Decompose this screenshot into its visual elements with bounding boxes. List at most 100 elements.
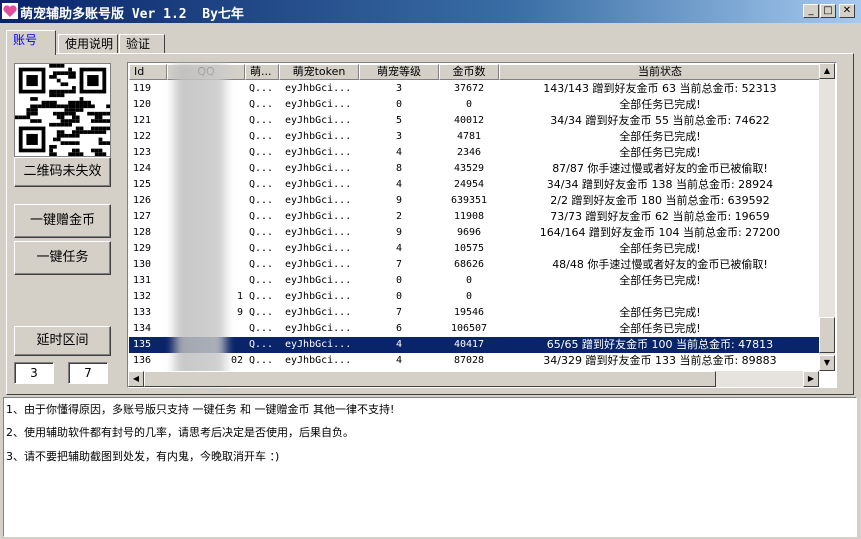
table-row[interactable]: 119 Q... eyJhbGci... 3 37672 143/143 蹭到好友金币 6…	[129, 81, 821, 97]
table-row[interactable]: 131 Q... eyJhbGci... 0 0 全部任务已完成!	[129, 273, 821, 289]
col-status-header[interactable]: 当前状态	[499, 64, 821, 80]
table-row[interactable]: 120 Q... eyJhbGci... 0 0 全部任务已完成!	[129, 97, 821, 113]
cell-coins: 4781	[456, 131, 482, 142]
table-row[interactable]: 129 Q... eyJhbGci... 4 10575 全部任务已完成!	[129, 241, 821, 257]
tab-account[interactable]: 账号	[6, 30, 56, 55]
vertical-scroll-thumb[interactable]	[819, 317, 835, 353]
cell-token: eyJhbGci...	[285, 83, 352, 94]
table-row[interactable]: 122 Q... eyJhbGci... 3 4781 全部任务已完成!	[129, 129, 821, 145]
table-row[interactable]: 133 9 Q... eyJhbGci... 7 19546 全部任务已完成!	[129, 305, 821, 321]
col-pet-header[interactable]: 萌...	[245, 64, 279, 80]
cell-coins: 639351	[450, 195, 488, 206]
cell-level: 4	[395, 243, 403, 254]
cell-pet: Q...	[249, 355, 274, 366]
cell-status: 全部任务已完成!	[619, 306, 701, 319]
cell-level: 0	[395, 291, 403, 302]
close-button[interactable]: ✕	[839, 4, 855, 18]
cell-level: 0	[395, 99, 403, 110]
cell-id: 119	[133, 83, 152, 94]
col-level-header[interactable]: 萌宠等级	[359, 64, 439, 80]
horizontal-scroll-thumb[interactable]	[144, 371, 716, 387]
qr-status-button[interactable]: 二维码未失效	[14, 157, 111, 187]
account-grid[interactable]: Id QQ 萌... 萌宠token 萌宠等级 金币数 当前状态 119 Q...…	[127, 62, 837, 388]
cell-pet: Q...	[249, 83, 274, 94]
col-id-header[interactable]: Id	[129, 64, 167, 80]
cell-pet: Q...	[249, 131, 274, 142]
col-token-header[interactable]: 萌宠token	[279, 64, 359, 80]
gift-coins-button[interactable]: 一键赠金币	[14, 204, 111, 238]
cell-id: 135	[133, 339, 152, 350]
cell-coins: 10575	[453, 243, 485, 254]
notice-log[interactable]: 1、由于你懂得原因，多账号版只支持 一键任务 和 一键赠金币 其他一律不支持! …	[3, 397, 857, 537]
cell-status: 48/48 你手速过慢或者好友的金币已被偷取!	[552, 258, 768, 271]
cell-coins: 9696	[456, 227, 482, 238]
notice-line-2: 2、使用辅助软件都有封号的几率，请思考后决定是否使用，后果自负。	[6, 426, 354, 439]
cell-coins: 0	[465, 99, 473, 110]
table-row[interactable]: 135 Q... eyJhbGci... 4 40417 65/65 蹭到好友金币 100…	[129, 337, 821, 353]
cell-level: 9	[395, 227, 403, 238]
cell-status	[499, 289, 821, 305]
table-row[interactable]: 126 Q... eyJhbGci... 9 639351 2/2 蹭到好友金币 180 …	[129, 193, 821, 209]
cell-status: 全部任务已完成!	[619, 98, 701, 111]
app-heart-icon	[2, 3, 18, 19]
minimize-button[interactable]: _	[803, 4, 819, 18]
horizontal-scrollbar[interactable]: ◀ ▶	[128, 371, 819, 387]
scroll-left-arrow-icon[interactable]: ◀	[128, 371, 144, 387]
tab-instructions[interactable]: 使用说明	[58, 34, 118, 54]
cell-coins: 37672	[453, 83, 485, 94]
cell-id: 130	[133, 259, 152, 270]
scroll-right-arrow-icon[interactable]: ▶	[803, 371, 819, 387]
col-coins-header[interactable]: 金币数	[439, 64, 499, 80]
table-row[interactable]: 136 02 Q... eyJhbGci... 4 87028 34/329 蹭到好友金币 …	[129, 353, 821, 369]
cell-id: 121	[133, 115, 152, 126]
cell-status: 164/164 蹭到好友金币 104 当前总金币: 27200	[539, 226, 781, 239]
cell-coins: 11908	[453, 211, 485, 222]
cell-pet: Q...	[249, 243, 274, 254]
cell-id: 132	[133, 291, 152, 302]
cell-coins: 106507	[450, 323, 488, 334]
cell-token: eyJhbGci...	[285, 115, 352, 126]
table-row[interactable]: 128 Q... eyJhbGci... 9 9696 164/164 蹭到好友金币 10…	[129, 225, 821, 241]
cell-status: 143/143 蹭到好友金币 63 当前总金币: 52313	[543, 82, 777, 95]
cell-pet: Q...	[249, 339, 274, 350]
cell-pet: Q...	[249, 163, 274, 174]
delay-max-input[interactable]: 7	[68, 362, 108, 384]
delay-min-input[interactable]: 3	[14, 362, 54, 384]
tab-verify[interactable]: 验证	[119, 34, 165, 54]
cell-pet: Q...	[249, 211, 274, 222]
cell-coins: 0	[465, 275, 473, 286]
scroll-down-arrow-icon[interactable]: ▼	[819, 355, 835, 371]
cell-pet: Q...	[249, 291, 274, 302]
cell-pet: Q...	[249, 259, 274, 270]
cell-pet: Q...	[249, 307, 274, 318]
cell-pet: Q...	[249, 179, 274, 190]
window-title: 萌宠辅助多账号版 Ver 1.2 By七年	[20, 7, 244, 22]
cell-status: 34/34 蹭到好友金币 138 当前总金币: 28924	[546, 178, 774, 191]
cell-level: 7	[395, 307, 403, 318]
delay-range-button[interactable]: 延时区间	[14, 326, 111, 356]
cell-level: 8	[395, 163, 403, 174]
table-row[interactable]: 123 Q... eyJhbGci... 4 2346 全部任务已完成!	[129, 145, 821, 161]
table-row[interactable]: 125 Q... eyJhbGci... 4 24954 34/34 蹭到好友金币 138…	[129, 177, 821, 193]
table-row[interactable]: 127 Q... eyJhbGci... 2 11908 73/73 蹭到好友金币 62 …	[129, 209, 821, 225]
table-row[interactable]: 130 Q... eyJhbGci... 7 68626 48/48 你手速过慢或者好友的…	[129, 257, 821, 273]
cell-token: eyJhbGci...	[285, 131, 352, 142]
cell-level: 9	[395, 195, 403, 206]
cell-id: 129	[133, 243, 152, 254]
maximize-button[interactable]: □	[820, 4, 836, 18]
one-click-task-button[interactable]: 一键任务	[14, 241, 111, 275]
cell-pet: Q...	[249, 323, 274, 334]
cell-token: eyJhbGci...	[285, 179, 352, 190]
cell-coins: 43529	[453, 163, 485, 174]
table-row[interactable]: 132 1 Q... eyJhbGci... 0 0	[129, 289, 821, 305]
cell-id: 127	[133, 211, 152, 222]
scroll-up-arrow-icon[interactable]: ▲	[819, 63, 835, 79]
table-row[interactable]: 124 Q... eyJhbGci... 8 43529 87/87 你手速过慢或者好友的…	[129, 161, 821, 177]
table-row[interactable]: 121 Q... eyJhbGci... 5 40012 34/34 蹭到好友金币 55 …	[129, 113, 821, 129]
cell-id: 133	[133, 307, 152, 318]
title-bar[interactable]: 萌宠辅助多账号版 Ver 1.2 By七年 _ □ ✕	[0, 0, 861, 23]
cell-token: eyJhbGci...	[285, 323, 352, 334]
cell-token: eyJhbGci...	[285, 163, 352, 174]
vertical-scrollbar[interactable]: ▲ ▼	[819, 63, 835, 371]
table-row[interactable]: 134 Q... eyJhbGci... 6 106507 全部任务已完成!	[129, 321, 821, 337]
